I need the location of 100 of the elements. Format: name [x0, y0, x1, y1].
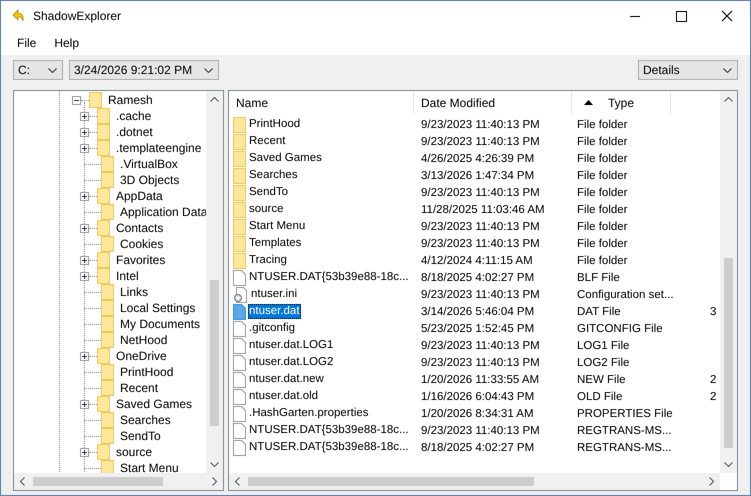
tree-item[interactable]: .cache	[115, 109, 152, 123]
expand-icon[interactable]	[80, 352, 89, 360]
table-cell-text: 9/23/2023 11:40:13 PM	[420, 118, 541, 130]
column-header[interactable]: Type	[572, 91, 671, 114]
folder-icon	[233, 116, 246, 132]
expand-icon[interactable]	[80, 448, 89, 456]
menu-item[interactable]: File	[9, 34, 44, 52]
tree-item[interactable]: Saved Games	[115, 397, 194, 411]
horizontal-scrollbar[interactable]	[229, 473, 720, 490]
chevron-icon	[48, 68, 57, 72]
file-name[interactable]: ntuser.dat	[248, 304, 301, 319]
tree-item[interactable]: Local Settings	[119, 301, 196, 315]
expand-icon[interactable]	[80, 128, 89, 136]
file-name[interactable]: source	[248, 202, 285, 217]
expand-icon[interactable]	[80, 192, 89, 200]
snapshot-dropdown[interactable]: 3/24/2026 9:21:02 PM	[69, 60, 219, 80]
tree-item[interactable]: .templateengine	[115, 141, 202, 155]
tree-item[interactable]: NetHood	[119, 333, 168, 347]
file-name[interactable]: ntuser.dat.LOG2	[248, 355, 334, 370]
table-cell-text: 3	[709, 306, 716, 318]
tree-item[interactable]: Start Menu	[119, 461, 180, 475]
expand-icon[interactable]	[80, 256, 89, 264]
expand-icon[interactable]	[80, 272, 89, 280]
table-cell-text: 9/23/2023 11:40:13 PM	[420, 220, 541, 232]
tree-item[interactable]: .VirtualBox	[119, 157, 179, 171]
file-name[interactable]: .gitconfig	[248, 321, 296, 336]
tree-item[interactable]: Recent	[119, 381, 160, 395]
table-cell-text: 9/23/2023 11:40:13 PM	[420, 136, 541, 148]
tree-item[interactable]: OneDrive	[115, 349, 168, 363]
file-name[interactable]: Start Menu	[248, 219, 306, 234]
vertical-scrollbar[interactable]	[720, 91, 737, 473]
file-icon	[233, 320, 246, 336]
scroll-thumb[interactable]	[724, 258, 733, 448]
tree-item[interactable]: AppData	[115, 189, 164, 203]
table-cell-text: 2	[709, 374, 716, 386]
folder-icon	[101, 380, 114, 396]
table-cell-text: 5/23/2025 1:52:45 PM	[420, 322, 536, 334]
file-name[interactable]: .HashGarten.properties	[248, 406, 370, 421]
table-cell-text: GITCONFIG File	[576, 322, 664, 334]
tree-item[interactable]: Ramesh	[107, 93, 154, 107]
file-name[interactable]: ntuser.ini	[250, 287, 298, 302]
file-name[interactable]: NTUSER.DAT{53b39e88-18c...	[248, 423, 410, 438]
menu-item[interactable]: Help	[46, 34, 88, 52]
table-cell-text: 8/18/2025 4:02:27 PM	[420, 272, 536, 284]
scroll-down-icon[interactable]	[210, 462, 219, 467]
file-name[interactable]: Templates	[248, 236, 302, 251]
view-dropdown[interactable]: Details	[638, 60, 738, 80]
tree-item[interactable]: Searches	[119, 413, 172, 427]
scroll-up-icon[interactable]	[724, 97, 733, 102]
file-name[interactable]: NTUSER.DAT{53b39e88-18c...	[248, 270, 410, 285]
file-name[interactable]: Saved Games	[248, 151, 323, 166]
scroll-right-icon[interactable]	[709, 477, 714, 486]
scroll-down-icon[interactable]	[724, 462, 733, 467]
file-icon	[233, 406, 246, 422]
file-name[interactable]: Searches	[248, 168, 299, 183]
tree-item[interactable]: Contacts	[115, 221, 164, 235]
scroll-thumb[interactable]	[33, 477, 163, 486]
horizontal-scrollbar[interactable]	[14, 473, 223, 490]
drive-dropdown[interactable]: C:	[13, 60, 63, 80]
folder-icon	[97, 188, 110, 204]
file-name[interactable]: ntuser.dat.LOG1	[248, 338, 334, 353]
folder-icon	[233, 218, 246, 234]
table-cell-text: 2	[709, 390, 716, 402]
file-icon	[233, 422, 246, 438]
tree-item[interactable]: SendTo	[119, 429, 162, 443]
scroll-left-icon[interactable]	[20, 477, 25, 486]
tree-item[interactable]: .dotnet	[115, 125, 154, 139]
tree-item[interactable]: Favorites	[115, 253, 166, 267]
table-cell-text: 1/16/2026 6:04:43 PM	[420, 390, 536, 402]
file-name[interactable]: ntuser.dat.old	[248, 389, 320, 404]
scroll-thumb[interactable]	[210, 280, 219, 426]
file-name[interactable]: ntuser.dat.new	[248, 372, 325, 387]
expand-icon[interactable]	[80, 400, 89, 408]
scroll-left-icon[interactable]	[235, 477, 240, 486]
tree-item[interactable]: Cookies	[119, 237, 164, 251]
collapse-icon[interactable]	[72, 96, 81, 104]
expand-icon[interactable]	[80, 224, 89, 232]
scroll-right-icon[interactable]	[212, 477, 217, 486]
tree-item[interactable]: Intel	[115, 269, 140, 283]
tree-item[interactable]: Links	[119, 285, 150, 299]
column-header[interactable]: Date Modified	[414, 91, 572, 114]
file-name[interactable]: Tracing	[248, 253, 288, 268]
expand-icon[interactable]	[80, 112, 89, 120]
file-name[interactable]: SendTo	[248, 185, 290, 200]
scroll-thumb[interactable]	[248, 477, 534, 486]
file-icon	[233, 388, 246, 404]
tree-item[interactable]: My Documents	[119, 317, 202, 331]
file-name[interactable]: PrintHood	[248, 117, 302, 132]
file-name[interactable]: NTUSER.DAT{53b39e88-18c...	[248, 440, 410, 455]
expand-icon[interactable]	[80, 144, 89, 152]
vertical-scrollbar[interactable]	[206, 91, 223, 473]
file-name[interactable]: Recent	[248, 134, 286, 149]
scroll-up-icon[interactable]	[210, 97, 219, 102]
table-cell-text: 3/13/2026 1:47:34 PM	[420, 170, 536, 182]
tree-item[interactable]: 3D Objects	[119, 173, 180, 187]
file-icon	[233, 440, 246, 456]
tree-item[interactable]: Application Data	[119, 205, 208, 219]
column-header[interactable]: Name	[229, 91, 414, 114]
tree-item[interactable]: PrintHood	[119, 365, 174, 379]
tree-item[interactable]: source	[115, 445, 154, 459]
